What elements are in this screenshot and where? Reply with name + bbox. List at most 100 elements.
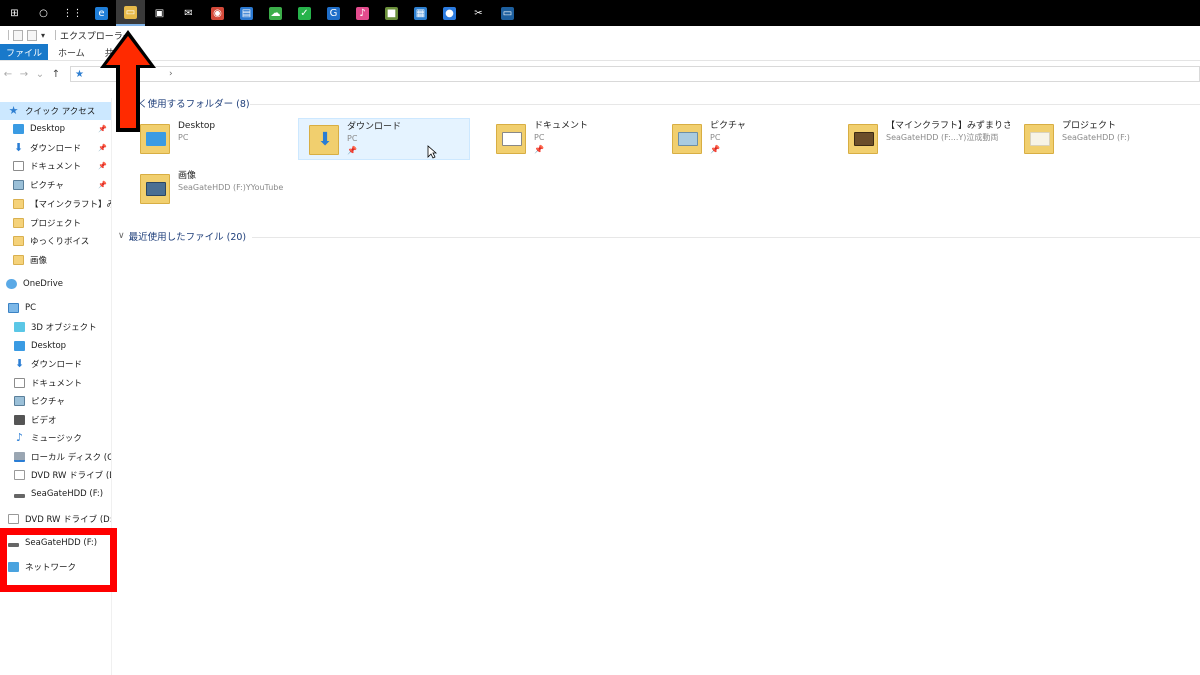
sidebar-item-pc[interactable]: PC	[0, 299, 111, 317]
folder-name: 【マインクラフト】みずまりさん...	[886, 121, 1010, 131]
cloud-app-taskbar-button[interactable]: ☁	[261, 0, 290, 26]
app-blue-taskbar-button[interactable]: ▤	[232, 0, 261, 26]
chrome-taskbar-button[interactable]: ◉	[203, 0, 232, 26]
sidebar-item-onedrive[interactable]: OneDrive	[0, 275, 111, 293]
sidebar-item-pc-1[interactable]: Desktop	[0, 337, 111, 355]
folder-icon	[140, 172, 170, 204]
cortana-taskbar-button[interactable]: ○	[29, 0, 58, 26]
folder-tile[interactable]: 画像 SeaGateHDD (F:)YYouTube	[130, 168, 302, 210]
photos-taskbar-button[interactable]: ▦	[406, 0, 435, 26]
sidebar-item-label: ビデオ	[31, 415, 57, 426]
pin-icon[interactable]: 📌	[98, 181, 107, 189]
folder-tile[interactable]: プロジェクト SeaGateHDD (F:)	[1014, 118, 1186, 160]
folder-location: PC	[178, 133, 189, 142]
picture-icon	[13, 180, 24, 191]
download-icon: ⬇	[13, 140, 24, 154]
group-divider	[250, 104, 1200, 105]
pin-icon[interactable]: 📌	[534, 144, 588, 156]
recent-files-header[interactable]: ∨ 最近使用したファイル (20)	[118, 229, 246, 243]
address-bar[interactable]: ★ ›	[70, 66, 1200, 82]
pin-icon[interactable]: 📌	[710, 144, 746, 156]
minecraft-taskbar-button[interactable]: ■	[377, 0, 406, 26]
sidebar-item-pc-4[interactable]: ピクチャ	[0, 392, 111, 410]
sidebar-item-quick-7[interactable]: 画像	[0, 251, 111, 269]
sidebar-item-quick-4[interactable]: 【マインクラフト】みずよ	[0, 195, 111, 213]
download-arrow-icon: ⬇	[317, 129, 333, 150]
title-bar: ▾ エクスプローラー	[0, 26, 1200, 44]
sidebar-item-label: ピクチャ	[31, 397, 65, 407]
desktop-icon	[13, 124, 24, 134]
qat-new-folder-icon[interactable]	[27, 29, 37, 41]
desktop-icon	[14, 340, 25, 351]
blue-circle-taskbar-button[interactable]: ●	[435, 0, 464, 26]
recent-locations-icon[interactable]: ⌄	[32, 69, 48, 80]
itunes-taskbar-button[interactable]: ♪	[348, 0, 377, 26]
pin-icon[interactable]: 📌	[98, 144, 107, 152]
pin-icon[interactable]: 📌	[98, 162, 107, 170]
sidebar-item-pc-6[interactable]: ♪ ミュージック	[0, 429, 111, 447]
sidebar-item-pc-0[interactable]: 3D オブジェクト	[0, 318, 111, 336]
sidebar-item-label: ダウンロード	[30, 143, 82, 154]
sidebar-item-quick-access[interactable]: ★ クイック アクセス	[0, 102, 111, 120]
folder-tile[interactable]: ドキュメント PC 📌	[486, 118, 658, 160]
mail-taskbar-button[interactable]: ✉	[174, 0, 203, 26]
up-arrow-icon[interactable]: ↑	[48, 69, 64, 80]
sidebar-item-label: ミュージック	[31, 434, 82, 444]
sidebar-item-label: 【マインクラフト】みずよ	[30, 199, 111, 210]
onedrive-cloud-icon	[6, 279, 17, 289]
snip-icon: ✂	[474, 7, 483, 19]
folder-icon	[13, 236, 24, 247]
tab-home[interactable]: ホーム	[48, 44, 95, 60]
forward-arrow-icon[interactable]: →	[16, 69, 32, 80]
pin-icon[interactable]: 📌	[347, 145, 401, 157]
edge-icon: e	[95, 6, 108, 20]
sidebar-item-dvd-root[interactable]: DVD RW ドライブ (D:) U	[0, 510, 111, 528]
breadcrumb-chevron-icon[interactable]: ›	[169, 69, 173, 79]
qat-dropdown-icon[interactable]: ▾	[41, 31, 45, 40]
file-explorer-taskbar-button[interactable]: ▭	[116, 0, 145, 26]
local-disk-icon	[14, 451, 25, 462]
edge-taskbar-button[interactable]: e	[87, 0, 116, 26]
folder-name: プロジェクト	[1062, 121, 1117, 131]
tab-file[interactable]: ファイル	[0, 44, 49, 60]
green-app-taskbar-button[interactable]: ✓	[290, 0, 319, 26]
folder-tile[interactable]: ピクチャ PC 📌	[662, 118, 834, 160]
3d-objects-icon	[14, 322, 25, 332]
red-arrow-annotation	[100, 30, 156, 132]
pc-monitor-icon	[8, 303, 19, 313]
folder-icon	[672, 122, 702, 154]
qat-properties-icon[interactable]	[13, 29, 23, 41]
dvd-icon	[8, 514, 19, 524]
folder-tile[interactable]: ⬇ ダウンロード PC 📌	[298, 118, 470, 160]
sidebar-item-quick-1[interactable]: ⬇ ダウンロード 📌	[0, 139, 111, 157]
sidebar-item-pc-9[interactable]: SeaGateHDD (F:)	[0, 485, 111, 503]
task-view-taskbar-button[interactable]: ⋮⋮	[58, 0, 87, 26]
store-taskbar-button[interactable]: ▣	[145, 0, 174, 26]
sidebar-item-label: OneDrive	[23, 279, 63, 289]
windows-start-taskbar-button[interactable]: ⊞	[0, 0, 29, 26]
display-taskbar-button[interactable]: ▭	[493, 0, 522, 26]
picture-icon	[14, 396, 25, 406]
sidebar-item-quick-2[interactable]: ドキュメント 📌	[0, 157, 111, 175]
sidebar-item-pc-8[interactable]: DVD RW ドライブ (D:)	[0, 466, 111, 484]
back-arrow-icon[interactable]: ←	[0, 69, 16, 80]
sidebar-item-quick-5[interactable]: プロジェクト	[0, 214, 111, 232]
folder-name: ピクチャ	[710, 121, 746, 131]
snip-taskbar-button[interactable]: ✂	[464, 0, 493, 26]
folder-tile[interactable]: 【マインクラフト】みずまりさん... SeaGateHDD (F:...Y)泣成動…	[838, 118, 1010, 160]
display-icon: ▭	[501, 6, 514, 20]
sidebar-item-quick-0[interactable]: Desktop 📌	[0, 120, 111, 138]
task-view-icon: ⋮⋮	[62, 7, 83, 19]
sidebar-item-label: プロジェクト	[30, 218, 82, 229]
g-app-taskbar-button[interactable]: G	[319, 0, 348, 26]
sidebar-item-pc-3[interactable]: ドキュメント	[0, 374, 111, 392]
sidebar-item-pc-2[interactable]: ⬇ ダウンロード	[0, 355, 111, 373]
mail-icon: ✉	[184, 7, 193, 19]
download-icon: ⬇	[14, 357, 25, 370]
sidebar-item-pc-7[interactable]: ローカル ディスク (C:)	[0, 448, 111, 466]
sidebar-item-label: 3D オブジェクト	[31, 323, 97, 333]
folder-location: PC	[534, 133, 545, 142]
sidebar-item-quick-3[interactable]: ピクチャ 📌	[0, 176, 111, 194]
sidebar-item-pc-5[interactable]: ビデオ	[0, 411, 111, 429]
sidebar-item-quick-6[interactable]: ゆっくりボイス	[0, 232, 111, 250]
